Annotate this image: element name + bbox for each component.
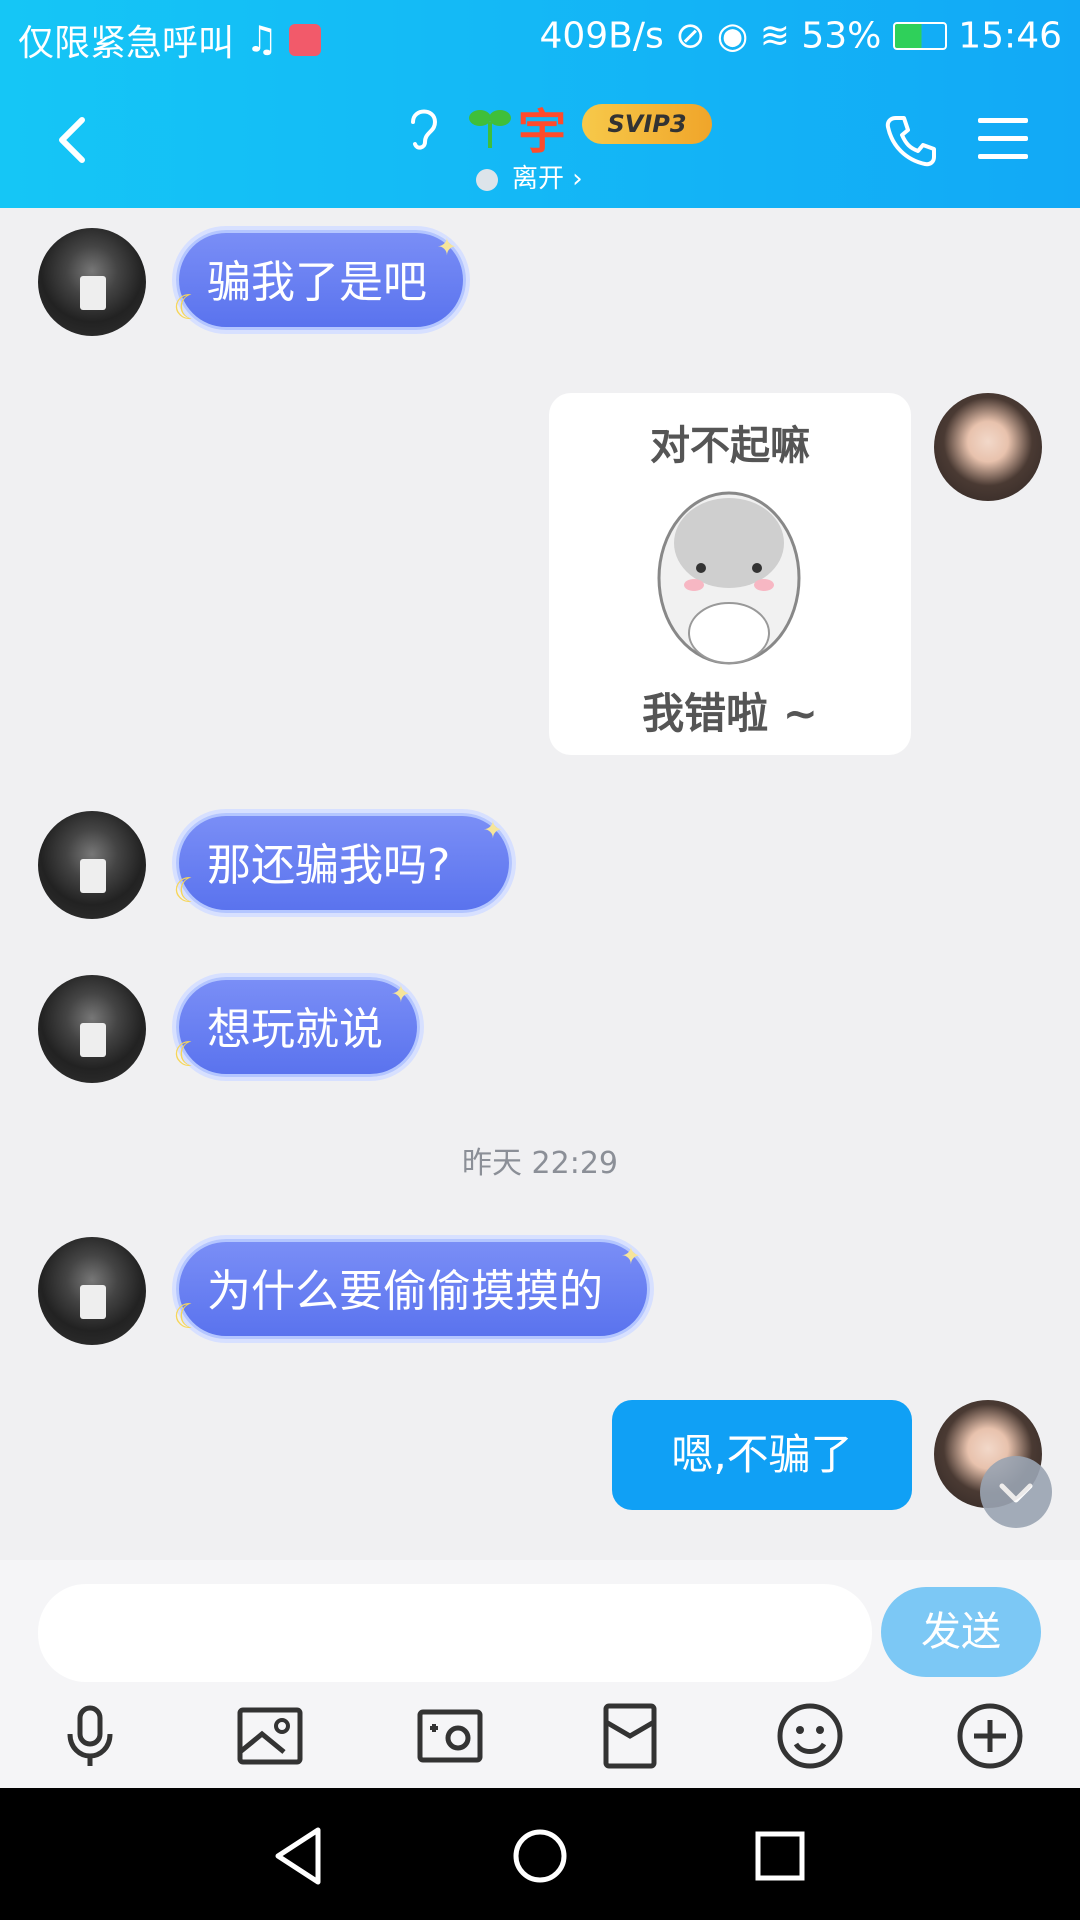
message-bubble-received[interactable]: 骗我了是吧 ☾ ✦ — [173, 230, 466, 330]
camera-icon[interactable] — [414, 1700, 486, 1772]
my-avatar[interactable] — [934, 393, 1042, 501]
moon-decoration-icon: ☾ — [173, 288, 204, 328]
clock-icon — [476, 168, 498, 191]
contact-avatar[interactable] — [38, 975, 146, 1083]
message-text: 想玩就说 — [207, 1004, 383, 1055]
carrier-text: 仅限紧急呼叫 — [18, 23, 235, 64]
microphone-icon[interactable] — [54, 1700, 126, 1772]
battery-icon — [892, 22, 947, 50]
message-bubble-sent[interactable]: 嗯,不骗了 — [612, 1400, 912, 1510]
message-timestamp: 昨天 22:29 — [462, 1146, 618, 1181]
composer-toolbar — [0, 1688, 1080, 1788]
status-bar: 仅限紧急呼叫 ♫ 409B/s ⊘ ◉ ≋ 53% 15:46 — [0, 0, 1080, 72]
sparkle-decoration-icon: ✦ — [390, 980, 411, 1008]
contact-avatar[interactable] — [38, 1237, 146, 1345]
sticker-caption-bottom: 我错啦 ~ — [642, 689, 818, 738]
video-app-icon — [289, 24, 322, 56]
music-note-icon: ♫ — [245, 19, 278, 61]
message-list[interactable]: 骗我了是吧 ☾ ✦ 对不起嘛 我错啦 ~ 那还骗我吗? ☾ ✦ 想玩就说 ☾ ✦… — [0, 208, 1080, 1560]
sparkle-decoration-icon: ✦ — [436, 233, 457, 261]
sparkle-decoration-icon: ✦ — [620, 1242, 641, 1270]
red-packet-icon[interactable] — [594, 1700, 666, 1772]
ear-icon — [411, 109, 438, 150]
message-bubble-received[interactable]: 为什么要偷偷摸摸的 ☾ ✦ — [173, 1239, 650, 1339]
sprout-icon — [469, 110, 511, 148]
sticker-message[interactable]: 对不起嘛 我错啦 ~ — [549, 393, 911, 755]
battery-percent: 53% — [801, 15, 882, 57]
moon-decoration-icon: ☾ — [173, 871, 204, 911]
moon-decoration-icon: ☾ — [173, 1035, 204, 1075]
chat-header: 宇 SVIP3 离开 › — [0, 72, 1080, 208]
status-right: 409B/s ⊘ ◉ ≋ 53% 15:46 — [539, 14, 1062, 57]
message-bubble-received[interactable]: 想玩就说 ☾ ✦ — [173, 977, 420, 1077]
menu-icon[interactable] — [978, 116, 1028, 162]
sticker-caption-top: 对不起嘛 — [650, 423, 810, 469]
wifi-icon: ≋ — [759, 15, 790, 57]
message-input[interactable] — [38, 1584, 872, 1682]
network-speed: 409B/s — [539, 15, 664, 57]
status-left: 仅限紧急呼叫 ♫ — [18, 14, 322, 66]
message-text: 骗我了是吧 — [207, 257, 427, 308]
message-bubble-received[interactable]: 那还骗我吗? ☾ ✦ — [173, 813, 512, 913]
emoji-icon[interactable] — [774, 1700, 846, 1772]
phone-icon[interactable] — [884, 114, 938, 168]
contact-avatar[interactable] — [38, 811, 146, 919]
presence-text: 离开 › — [512, 164, 583, 194]
plus-icon[interactable] — [954, 1700, 1026, 1772]
hamster-sticker-image — [657, 491, 801, 665]
contact-avatar[interactable] — [38, 228, 146, 336]
mute-icon: ⊘ — [675, 15, 706, 57]
moon-decoration-icon: ☾ — [173, 1297, 204, 1337]
image-icon[interactable] — [234, 1700, 306, 1772]
back-triangle-icon[interactable] — [260, 1816, 340, 1896]
sparkle-decoration-icon: ✦ — [482, 816, 503, 844]
chevron-down-icon — [999, 1483, 1033, 1503]
scroll-to-bottom-button[interactable] — [980, 1456, 1052, 1528]
home-circle-icon[interactable] — [500, 1816, 580, 1896]
message-text: 那还骗我吗? — [207, 840, 451, 891]
message-text: 嗯,不骗了 — [671, 1430, 853, 1479]
recents-square-icon[interactable] — [740, 1816, 820, 1896]
eye-icon: ◉ — [716, 15, 749, 57]
composer-bar: 发送 — [0, 1560, 1080, 1688]
presence-status[interactable]: 离开 › — [476, 158, 583, 195]
clock-time: 15:46 — [958, 15, 1062, 57]
svip-badge[interactable]: SVIP3 — [582, 104, 712, 144]
back-icon[interactable] — [48, 112, 104, 168]
message-text: 为什么要偷偷摸摸的 — [207, 1266, 603, 1317]
send-button[interactable]: 发送 — [881, 1587, 1041, 1677]
system-nav-bar — [0, 1788, 1080, 1920]
contact-name[interactable]: 宇 — [518, 92, 566, 162]
